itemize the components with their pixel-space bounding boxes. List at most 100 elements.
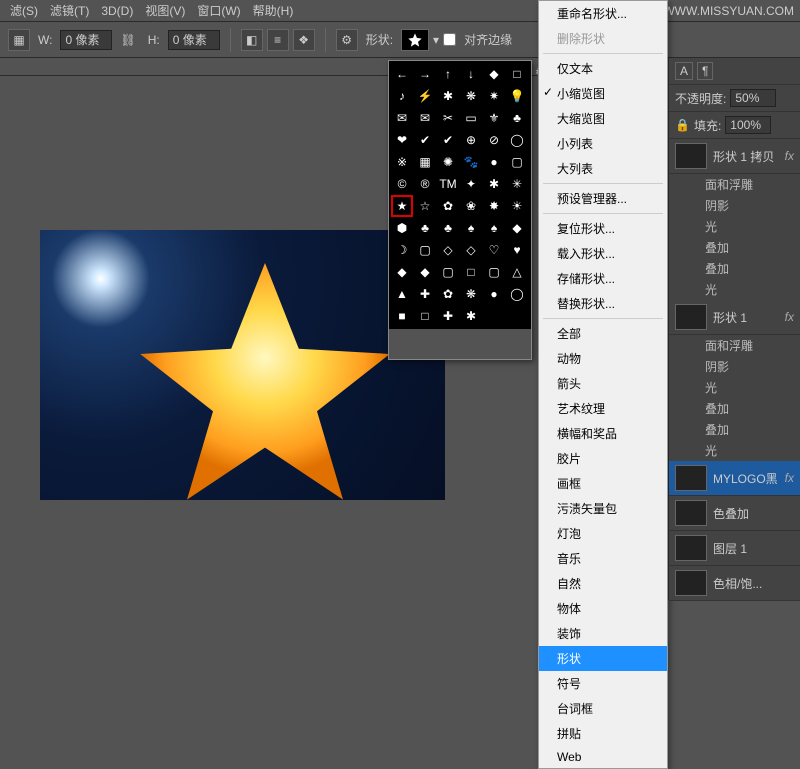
shape-swatch[interactable]: ⊘ xyxy=(483,129,505,151)
shape-swatch[interactable]: ✚ xyxy=(414,283,436,305)
shape-swatch[interactable]: ● xyxy=(483,151,505,173)
layer-row[interactable]: 形状 1fx xyxy=(669,300,800,335)
shape-swatch[interactable]: ✱ xyxy=(483,173,505,195)
shape-swatch[interactable]: © xyxy=(391,173,413,195)
link-icon[interactable]: ⛓ xyxy=(116,33,139,47)
shape-swatch[interactable]: ♣ xyxy=(506,107,528,129)
shape-swatch[interactable]: ↑ xyxy=(437,63,459,85)
shape-swatch[interactable]: ▲ xyxy=(391,283,413,305)
char-panel-icon[interactable]: A xyxy=(675,62,693,80)
menu-item[interactable]: 仅文本 xyxy=(539,56,667,81)
menu-item[interactable]: 动物 xyxy=(539,346,667,371)
layer-effect[interactable]: 叠加 xyxy=(669,237,800,258)
lock-icon[interactable]: 🔒 xyxy=(675,118,690,132)
shape-swatch[interactable]: TM xyxy=(437,173,459,195)
shape-swatch[interactable]: ✷ xyxy=(483,85,505,107)
shape-swatch[interactable]: ✦ xyxy=(460,173,482,195)
shape-swatch[interactable]: ▢ xyxy=(506,151,528,173)
menu-item[interactable]: 符号 xyxy=(539,671,667,696)
shape-swatch[interactable]: ■ xyxy=(391,305,413,327)
shape-swatch[interactable]: ♥ xyxy=(506,239,528,261)
menu-item[interactable]: 存储形状... xyxy=(539,266,667,291)
menu-item[interactable]: 复位形状... xyxy=(539,216,667,241)
shape-swatch[interactable]: □ xyxy=(460,261,482,283)
menu-item[interactable]: 大列表 xyxy=(539,156,667,181)
menu-item[interactable]: 3D(D) xyxy=(95,4,139,18)
align2-icon[interactable]: ≡ xyxy=(267,29,289,51)
shape-swatch[interactable]: ◇ xyxy=(460,239,482,261)
shape-swatch[interactable]: ✺ xyxy=(437,151,459,173)
shape-swatch[interactable]: □ xyxy=(414,305,436,327)
menu-item[interactable]: 自然 xyxy=(539,571,667,596)
menu-item[interactable]: 大缩览图 xyxy=(539,106,667,131)
shape-swatch[interactable]: ✂ xyxy=(437,107,459,129)
shape-picker[interactable] xyxy=(401,29,429,51)
shape-swatch[interactable]: ♠ xyxy=(483,217,505,239)
arrange-icon[interactable]: ❖ xyxy=(293,29,315,51)
width-input[interactable] xyxy=(60,30,112,50)
shape-swatch[interactable]: ♣ xyxy=(437,217,459,239)
layer-effect[interactable]: 叠加 xyxy=(669,258,800,279)
layer-row[interactable]: MYLOGO黑fx xyxy=(669,461,800,496)
shape-swatch[interactable]: ◆ xyxy=(483,63,505,85)
shape-swatch[interactable]: ♣ xyxy=(414,217,436,239)
menu-item[interactable]: 音乐 xyxy=(539,546,667,571)
shape-swatch[interactable]: ● xyxy=(483,283,505,305)
fx-badge[interactable]: fx xyxy=(785,310,794,324)
shape-swatch[interactable]: ◆ xyxy=(391,261,413,283)
fx-badge[interactable]: fx xyxy=(785,149,794,163)
shape-swatch[interactable]: ✳ xyxy=(506,173,528,195)
menu-item[interactable]: 艺术纹理 xyxy=(539,396,667,421)
menu-item[interactable]: 重命名形状... xyxy=(539,1,667,26)
layer-effect[interactable]: 面和浮雕 xyxy=(669,335,800,356)
shape-swatch[interactable]: ☽ xyxy=(391,239,413,261)
shape-swatch[interactable]: ※ xyxy=(391,151,413,173)
menu-item[interactable]: 替换形状... xyxy=(539,291,667,316)
shape-swatch[interactable]: ★ xyxy=(391,195,413,217)
shape-swatch[interactable]: ✚ xyxy=(437,305,459,327)
shape-swatch[interactable]: ↓ xyxy=(460,63,482,85)
menu-item[interactable]: 小列表 xyxy=(539,131,667,156)
shape-swatch[interactable]: ❤ xyxy=(391,129,413,151)
shape-swatch[interactable]: ✿ xyxy=(437,283,459,305)
shape-swatch[interactable]: ▢ xyxy=(483,261,505,283)
shape-swatch[interactable]: ⚜ xyxy=(483,107,505,129)
shape-swatch[interactable]: ♪ xyxy=(391,85,413,107)
shape-swatch[interactable]: ▢ xyxy=(437,261,459,283)
shape-swatch[interactable]: ◆ xyxy=(506,217,528,239)
opacity-value[interactable]: 50% xyxy=(730,89,776,107)
menu-item[interactable]: 形状 xyxy=(539,646,667,671)
menu-item[interactable]: 载入形状... xyxy=(539,241,667,266)
shape-swatch[interactable]: ✔ xyxy=(437,129,459,151)
menu-item[interactable]: 画框 xyxy=(539,471,667,496)
shape-swatch[interactable]: ◆ xyxy=(414,261,436,283)
shape-swatch[interactable]: ⚡ xyxy=(414,85,436,107)
shape-swatch[interactable]: → xyxy=(414,63,436,85)
shape-swatch[interactable]: ◇ xyxy=(437,239,459,261)
menu-item[interactable]: 胶片 xyxy=(539,446,667,471)
shape-swatch[interactable]: ▭ xyxy=(460,107,482,129)
para-panel-icon[interactable]: ¶ xyxy=(697,62,713,80)
shape-swatch[interactable]: ✉ xyxy=(391,107,413,129)
menu-item[interactable]: 帮助(H) xyxy=(247,2,300,19)
shape-swatch[interactable]: ♡ xyxy=(483,239,505,261)
menu-item[interactable]: 视图(V) xyxy=(139,2,191,19)
shape-swatch[interactable]: ◯ xyxy=(506,283,528,305)
fx-badge[interactable]: fx xyxy=(785,471,794,485)
shape-swatch[interactable]: ⊕ xyxy=(460,129,482,151)
shape-swatch[interactable]: ✸ xyxy=(483,195,505,217)
layer-row[interactable]: 色叠加 xyxy=(669,496,800,531)
shape-swatch[interactable]: ♠ xyxy=(460,217,482,239)
pathop-icon[interactable]: ◧ xyxy=(241,29,263,51)
shape-swatch[interactable]: ✿ xyxy=(437,195,459,217)
menu-item[interactable]: 污渍矢量包 xyxy=(539,496,667,521)
layer-effect[interactable]: 叠加 xyxy=(669,419,800,440)
menu-item[interactable]: 全部 xyxy=(539,321,667,346)
layer-effect[interactable]: 光 xyxy=(669,440,800,461)
menu-item[interactable]: 横幅和奖品 xyxy=(539,421,667,446)
gear-icon[interactable]: ⚙ xyxy=(336,29,358,51)
layer-effect[interactable]: 光 xyxy=(669,279,800,300)
shape-swatch[interactable]: ❋ xyxy=(460,85,482,107)
dropdown-icon[interactable]: ▾ xyxy=(433,33,439,47)
shape-swatch[interactable]: ✔ xyxy=(414,129,436,151)
